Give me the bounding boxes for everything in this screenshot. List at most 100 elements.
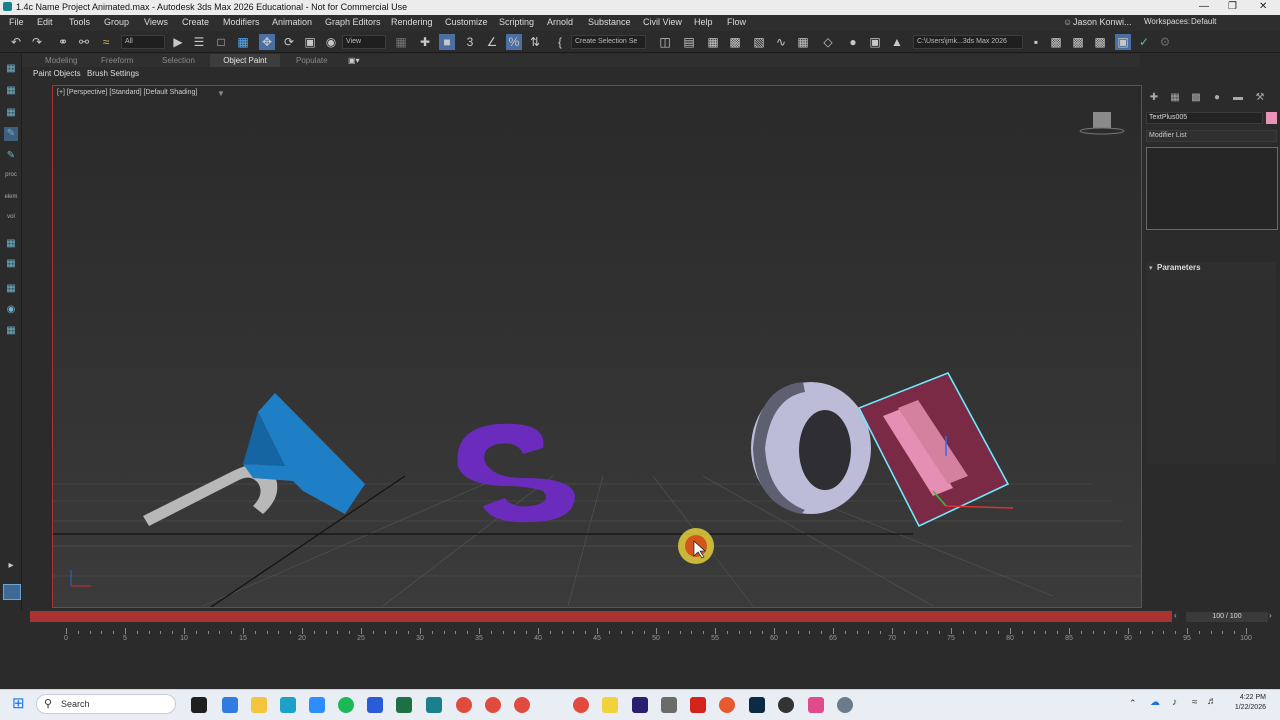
project-folder-icon[interactable]: ▪ [1028, 34, 1044, 50]
menu-scripting[interactable]: Scripting [499, 17, 534, 27]
ribbon-options-icon[interactable]: ▣▾ [348, 56, 360, 65]
named-selection-set-select[interactable]: Create Selection Se [571, 35, 646, 49]
motion-tab-icon[interactable]: ● [1210, 92, 1224, 104]
render-setup-icon[interactable]: ▣ [867, 34, 883, 50]
modifier-list-dropdown[interactable]: Modifier List [1146, 130, 1277, 142]
save-icon[interactable]: ▩ [1092, 34, 1108, 50]
curve-editor-icon[interactable]: ∿ [773, 34, 789, 50]
menu-substance[interactable]: Substance [588, 17, 631, 27]
window-crossing-icon[interactable]: ▦ [235, 34, 251, 50]
snipping-tool-icon[interactable] [661, 697, 677, 713]
brush-settings-button[interactable]: Brush Settings [87, 69, 139, 78]
project-path-field[interactable]: C:\Users\jmk...3ds Max 2026 [913, 35, 1023, 49]
minimize-button[interactable]: — [1199, 1, 1209, 12]
manage-icon[interactable]: ▩ [1048, 34, 1064, 50]
edit-named-selections-icon[interactable]: { [552, 34, 568, 50]
proc-label[interactable]: proc [4, 168, 18, 182]
firefox-icon[interactable] [719, 697, 735, 713]
object-paint-icon[interactable]: ✎ [4, 127, 18, 141]
modifier-icon[interactable]: ▦ [4, 106, 18, 120]
menu-flow[interactable]: Flow [727, 17, 746, 27]
menu-civil-view[interactable]: Civil View [643, 17, 682, 27]
pivot-center-icon[interactable]: ▦ [393, 34, 409, 50]
menu-modifiers[interactable]: Modifiers [223, 17, 260, 27]
parameters-rollout[interactable]: Parameters [1146, 262, 1276, 274]
link-tool-icon[interactable]: ▦ [4, 237, 18, 251]
move-icon[interactable]: ✥ [259, 34, 275, 50]
acrobat-icon[interactable] [690, 697, 706, 713]
user-name[interactable]: Jason Konwi... [1073, 17, 1132, 27]
keyboard-shortcut-toggle-icon[interactable]: ■ [439, 34, 455, 50]
menu-arnold[interactable]: Arnold [547, 17, 573, 27]
settings-app-icon[interactable] [837, 697, 853, 713]
file-explorer-icon[interactable] [251, 697, 267, 713]
expand-arrow-icon[interactable]: ▸ [4, 559, 18, 573]
prev-frame-icon[interactable]: ‹ [1174, 611, 1177, 620]
edge-icon[interactable] [280, 697, 296, 713]
tab-object-paint[interactable]: Object Paint [210, 54, 280, 67]
modify-tab-icon[interactable]: ▦ [1168, 92, 1182, 104]
menu-tools[interactable]: Tools [69, 17, 90, 27]
menu-group[interactable]: Group [104, 17, 129, 27]
onedrive-icon[interactable]: ☁ [1150, 697, 1160, 708]
tab-selection[interactable]: Selection [162, 56, 195, 65]
object-color-swatch[interactable] [1266, 112, 1277, 124]
menu-animation[interactable]: Animation [272, 17, 312, 27]
menu-help[interactable]: Help [694, 17, 713, 27]
notes-icon[interactable] [602, 697, 618, 713]
layer-explorer-icon[interactable]: ▩ [727, 34, 743, 50]
create-tab-icon[interactable]: ✚ [1147, 92, 1161, 104]
tab-populate[interactable]: Populate [296, 56, 328, 65]
place-icon[interactable]: ◉ [323, 34, 339, 50]
view-tool-icon[interactable]: ◉ [4, 303, 18, 317]
percent-snap-icon[interactable]: % [506, 34, 522, 50]
scene-explorer-icon[interactable]: ▦ [705, 34, 721, 50]
taskbar-clock[interactable]: 4:22 PM 1/22/2026 [1206, 693, 1266, 713]
zoom-icon[interactable] [309, 697, 325, 713]
scene-canvas[interactable] [53, 86, 1141, 607]
lightroom-icon[interactable] [749, 697, 765, 713]
windows-start-icon[interactable]: ⊞ [12, 696, 28, 712]
undo-icon[interactable]: ↶ [8, 34, 24, 50]
menu-file[interactable]: File [9, 17, 24, 27]
material-editor-icon[interactable]: ● [845, 34, 861, 50]
render-frame-icon[interactable]: ▲ [889, 34, 905, 50]
scatter-icon[interactable]: ▦ [4, 282, 18, 296]
chatgpt-icon[interactable] [778, 697, 794, 713]
modifier-stack[interactable] [1146, 147, 1278, 230]
rotate-icon[interactable]: ⟳ [281, 34, 297, 50]
frame-readout[interactable]: 100 / 100 [1186, 612, 1268, 622]
array-tool-icon[interactable]: ▦ [4, 257, 18, 271]
check-icon[interactable]: ✓ [1136, 34, 1152, 50]
time-slider[interactable] [30, 611, 1172, 622]
select-by-name-icon[interactable]: ☰ [191, 34, 207, 50]
menu-create[interactable]: Create [182, 17, 209, 27]
paint-objects-button[interactable]: Paint Objects [33, 69, 81, 78]
menu-graph-editors[interactable]: Graph Editors [325, 17, 381, 27]
graphite-tool-icon[interactable]: ▦ [4, 62, 18, 76]
workspace-select[interactable]: Default [1191, 17, 1216, 26]
select-manipulate-icon[interactable]: ✚ [417, 34, 433, 50]
brush-icon[interactable]: ✎ [4, 149, 18, 163]
schematic-view-icon[interactable]: ◇ [820, 34, 836, 50]
menu-customize[interactable]: Customize [445, 17, 488, 27]
hierarchy-tab-icon[interactable]: ▩ [1189, 92, 1203, 104]
excel-icon[interactable] [396, 697, 412, 713]
user-icon[interactable]: ☺ [1063, 17, 1072, 27]
tray-chevron-icon[interactable]: ⌃ [1129, 698, 1137, 709]
word-icon[interactable] [367, 697, 383, 713]
redo-icon[interactable]: ↷ [29, 34, 45, 50]
microphone-icon[interactable]: ♪ [1172, 697, 1177, 708]
chrome-profile2-icon[interactable] [485, 697, 501, 713]
maximize-viewport-icon[interactable]: ▣ [1115, 34, 1131, 50]
unlink-icon[interactable]: ⚯ [76, 34, 92, 50]
open-icon[interactable]: ▩ [1070, 34, 1086, 50]
select-object-icon[interactable]: ▶ [170, 34, 186, 50]
chrome-profile3-icon[interactable] [514, 697, 530, 713]
maximize-button[interactable]: ❐ [1228, 1, 1237, 12]
3dsmax-icon[interactable] [426, 697, 442, 713]
spotify-icon[interactable] [338, 697, 354, 713]
chrome-profile4-icon[interactable] [573, 697, 589, 713]
close-button[interactable]: ✕ [1259, 1, 1267, 12]
viewport-layout-icon[interactable] [3, 584, 21, 600]
